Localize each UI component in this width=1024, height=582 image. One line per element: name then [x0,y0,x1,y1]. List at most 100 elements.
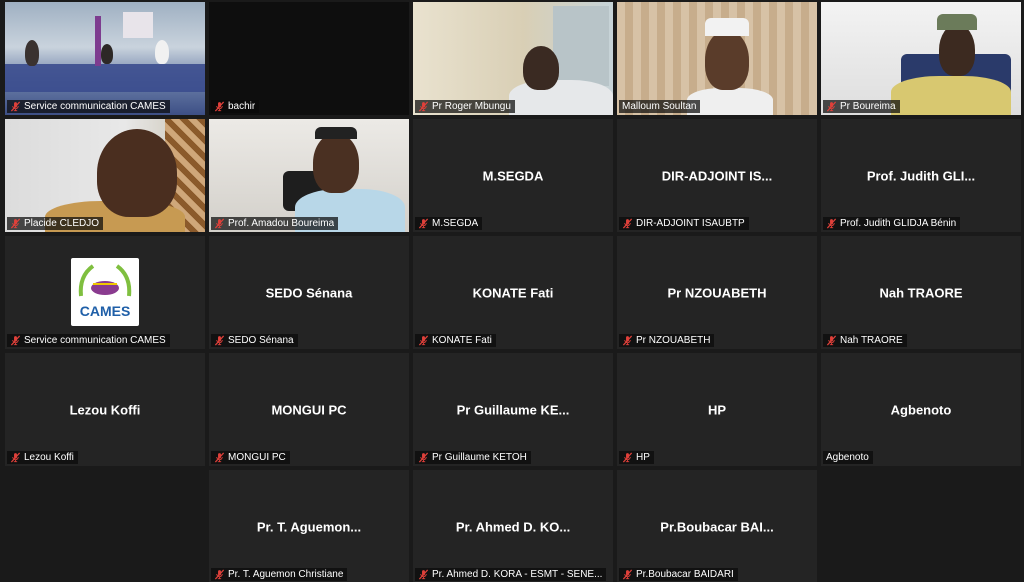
participant-name: KONATE Fati [432,335,492,346]
participant-name: Lezou Koffi [24,452,74,463]
muted-mic-icon [10,452,21,463]
muted-mic-icon [10,218,21,229]
participant-name-label: Pr.Boubacar BAIDARI [619,568,738,581]
participant-tile[interactable]: Pr Boureima [821,2,1021,115]
participant-name: Service communication CAMES [24,335,166,346]
participant-display-name: MONGUI PC [271,402,347,417]
participant-tile[interactable]: bachir [209,2,409,115]
participant-display-name: KONATE Fati [472,285,554,300]
muted-mic-icon [826,218,837,229]
participant-name: DIR-ADJOINT ISAUBTP [636,218,745,229]
participant-name-label: SEDO Sénana [211,334,298,347]
participant-name: Pr. T. Aguemon Christiane [228,569,344,580]
muted-mic-icon [826,335,837,346]
participant-display-name: Pr. Ahmed D. KO... [455,519,571,534]
participant-name-label: M.SEGDA [415,217,483,230]
participant-name: M.SEGDA [432,218,479,229]
participant-name-label: Pr. Ahmed D. KORA - ESMT - SENE... [415,568,607,581]
participant-name-label: Service communication CAMES [7,334,170,347]
participant-name: Malloum Soultan [622,101,697,112]
muted-mic-icon [214,452,225,463]
participant-display-name: Pr.Boubacar BAI... [660,519,774,534]
participant-tile[interactable]: Agbenoto Agbenoto [821,353,1021,466]
participant-tile[interactable]: Pr.Boubacar BAI... Pr.Boubacar BAIDARI [617,470,817,582]
participant-name-label: MONGUI PC [211,451,290,464]
participant-name-label: Agbenoto [823,451,873,464]
participant-tile[interactable]: Lezou Koffi Lezou Koffi [5,353,205,466]
participant-tile[interactable]: DIR-ADJOINT IS... DIR-ADJOINT ISAUBTP [617,119,817,232]
participant-tile[interactable]: Malloum Soultan [617,2,817,115]
participant-display-name: Agbenoto [890,402,952,417]
participant-tile[interactable]: MONGUI PC MONGUI PC [209,353,409,466]
muted-mic-icon [214,569,225,580]
participant-name-label: Malloum Soultan [619,100,701,113]
participant-display-name: DIR-ADJOINT IS... [661,168,773,183]
participant-name: bachir [228,101,256,112]
participant-display-name: HP [707,402,727,417]
participant-tile[interactable]: M.SEGDA M.SEGDA [413,119,613,232]
participant-tile[interactable]: CAMES Service communication CAMES [5,236,205,349]
participant-name: Pr Guillaume KETOH [432,452,527,463]
cames-logo: CAMES [71,258,139,326]
muted-mic-icon [10,101,21,112]
muted-mic-icon [826,101,837,112]
participant-tile[interactable]: Nah TRAORE Nah TRAORE [821,236,1021,349]
muted-mic-icon [622,452,633,463]
muted-mic-icon [214,218,225,229]
participant-name-label: Nah TRAORE [823,334,907,347]
participant-tile[interactable]: Pr Guillaume KE... Pr Guillaume KETOH [413,353,613,466]
participant-tile[interactable]: Pr Roger Mbungu [413,2,613,115]
participant-name-label: Pr Boureima [823,100,900,113]
participant-name: Agbenoto [826,452,869,463]
muted-mic-icon [418,218,429,229]
participant-name-label: Pr. T. Aguemon Christiane [211,568,348,581]
participant-name: Pr NZOUABETH [636,335,711,346]
participant-tile[interactable]: Pr. Ahmed D. KO... Pr. Ahmed D. KORA - ES… [413,470,613,582]
participant-display-name: SEDO Sénana [265,285,353,300]
participant-name-label: Pr Roger Mbungu [415,100,515,113]
participant-name-label: Pr NZOUABETH [619,334,715,347]
participant-name: Pr.Boubacar BAIDARI [636,569,734,580]
muted-mic-icon [418,101,429,112]
participant-name: Pr Roger Mbungu [432,101,511,112]
participant-name-label: bachir [211,100,260,113]
participant-display-name: Prof. Judith GLI... [866,168,976,183]
participant-name-label: Lezou Koffi [7,451,78,464]
participant-display-name: Pr. T. Aguemon... [256,519,362,534]
participant-tile[interactable]: Prof. Amadou Boureima [209,119,409,232]
participant-tile[interactable]: SEDO Sénana SEDO Sénana [209,236,409,349]
muted-mic-icon [418,569,429,580]
participant-name: MONGUI PC [228,452,286,463]
muted-mic-icon [622,218,633,229]
logo-text: CAMES [80,303,131,319]
muted-mic-icon [418,335,429,346]
participant-name: Pr. Ahmed D. KORA - ESMT - SENE... [432,569,603,580]
participant-name: Placide CLEDJO [24,218,100,229]
muted-mic-icon [622,335,633,346]
participant-tile[interactable]: HP HP [617,353,817,466]
participant-display-name: Lezou Koffi [69,402,141,417]
participant-name: Pr Boureima [840,101,896,112]
muted-mic-icon [214,101,225,112]
muted-mic-icon [214,335,225,346]
participant-name: Nah TRAORE [840,335,903,346]
participant-name-label: HP [619,451,654,464]
participant-tile[interactable]: Prof. Judith GLI... Prof. Judith GLIDJA B… [821,119,1021,232]
participant-tile[interactable]: Pr NZOUABETH Pr NZOUABETH [617,236,817,349]
participant-name: Prof. Amadou Boureima [228,218,335,229]
participant-tile[interactable]: Pr. T. Aguemon... Pr. T. Aguemon Christia… [209,470,409,582]
participant-display-name: M.SEGDA [482,168,544,183]
participant-name-label: Service communication CAMES [7,100,170,113]
participant-display-name: Pr NZOUABETH [667,285,767,300]
participant-name-label: Prof. Amadou Boureima [211,217,339,230]
participant-name-label: DIR-ADJOINT ISAUBTP [619,217,749,230]
muted-mic-icon [418,452,429,463]
participant-display-name: Nah TRAORE [879,285,963,300]
muted-mic-icon [10,335,21,346]
muted-mic-icon [622,569,633,580]
participant-tile[interactable]: Service communication CAMES [5,2,205,115]
participant-name: Prof. Judith GLIDJA Bénin [840,218,957,229]
participant-tile[interactable]: KONATE Fati KONATE Fati [413,236,613,349]
participant-tile[interactable]: Placide CLEDJO [5,119,205,232]
participant-name: SEDO Sénana [228,335,294,346]
